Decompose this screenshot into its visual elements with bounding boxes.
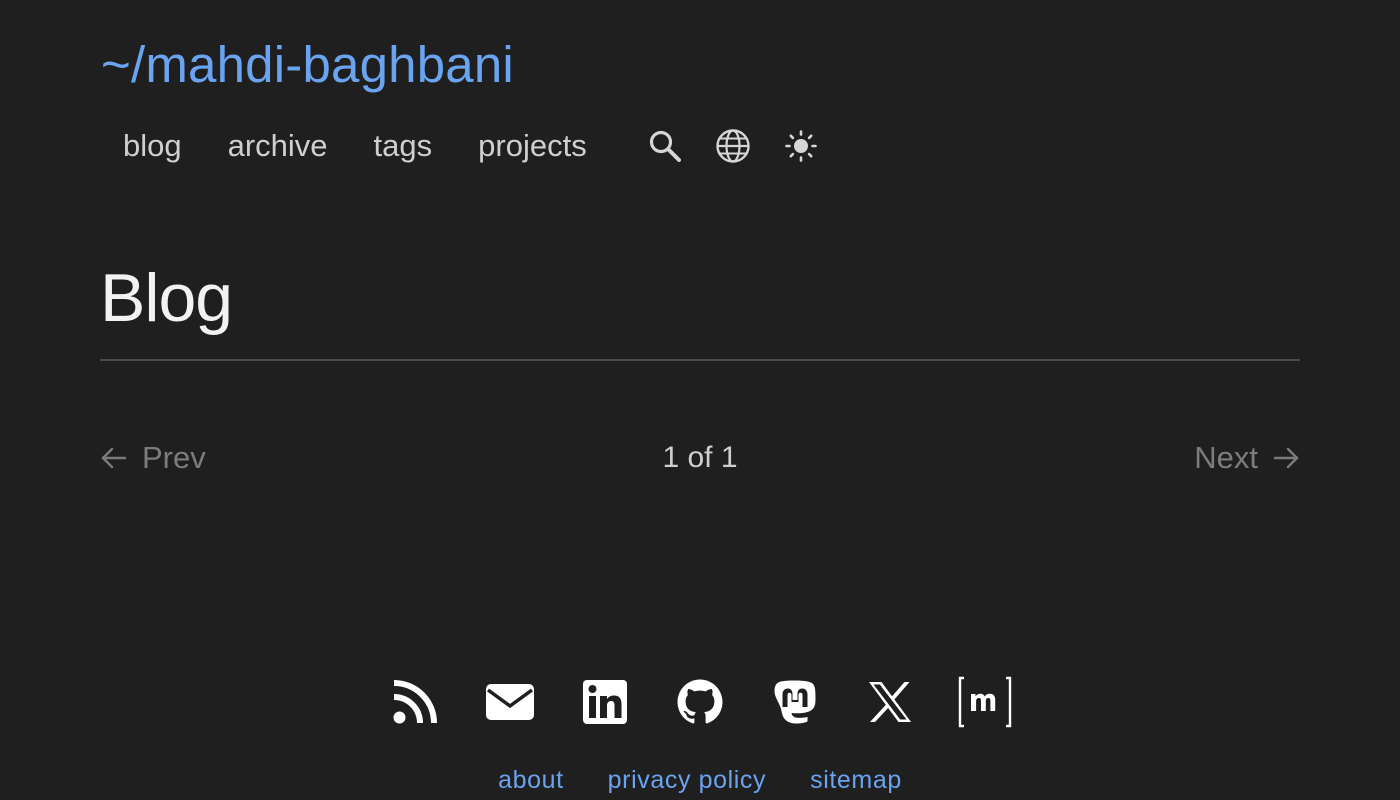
nav-item-blog[interactable]: blog: [100, 118, 205, 174]
github-icon[interactable]: [672, 674, 728, 730]
next-label: Next: [1194, 440, 1258, 475]
globe-icon[interactable]: [714, 127, 752, 165]
email-icon[interactable]: [482, 674, 538, 730]
footer-link-privacy-policy[interactable]: privacy policy: [608, 760, 766, 800]
search-icon[interactable]: [646, 127, 684, 165]
nav-icon-group: [646, 127, 850, 165]
main-nav: blog archive tags projects: [100, 118, 850, 174]
sun-icon[interactable]: [782, 127, 820, 165]
site-title-link[interactable]: ~/mahdi-baghbani: [101, 34, 514, 96]
x-icon[interactable]: [862, 674, 918, 730]
social-links: [0, 674, 1400, 730]
footer-links: about privacy policy sitemap: [0, 760, 1400, 800]
page-indicator: 1 of 1: [662, 441, 738, 474]
title-divider: [100, 359, 1300, 361]
nav-item-tags[interactable]: tags: [351, 118, 456, 174]
matrix-icon[interactable]: [957, 674, 1013, 730]
linkedin-icon[interactable]: [577, 674, 633, 730]
page: ~/mahdi-baghbani blog archive tags proje…: [0, 0, 1400, 800]
rss-icon[interactable]: [387, 674, 443, 730]
footer-link-about[interactable]: about: [498, 760, 564, 800]
nav-item-archive[interactable]: archive: [205, 118, 351, 174]
arrow-right-icon: [1273, 447, 1299, 469]
page-title: Blog: [100, 260, 233, 336]
mastodon-icon[interactable]: [767, 674, 823, 730]
footer-link-sitemap[interactable]: sitemap: [810, 760, 902, 800]
next-page-link[interactable]: Next: [1194, 436, 1300, 480]
nav-item-projects[interactable]: projects: [455, 118, 610, 174]
